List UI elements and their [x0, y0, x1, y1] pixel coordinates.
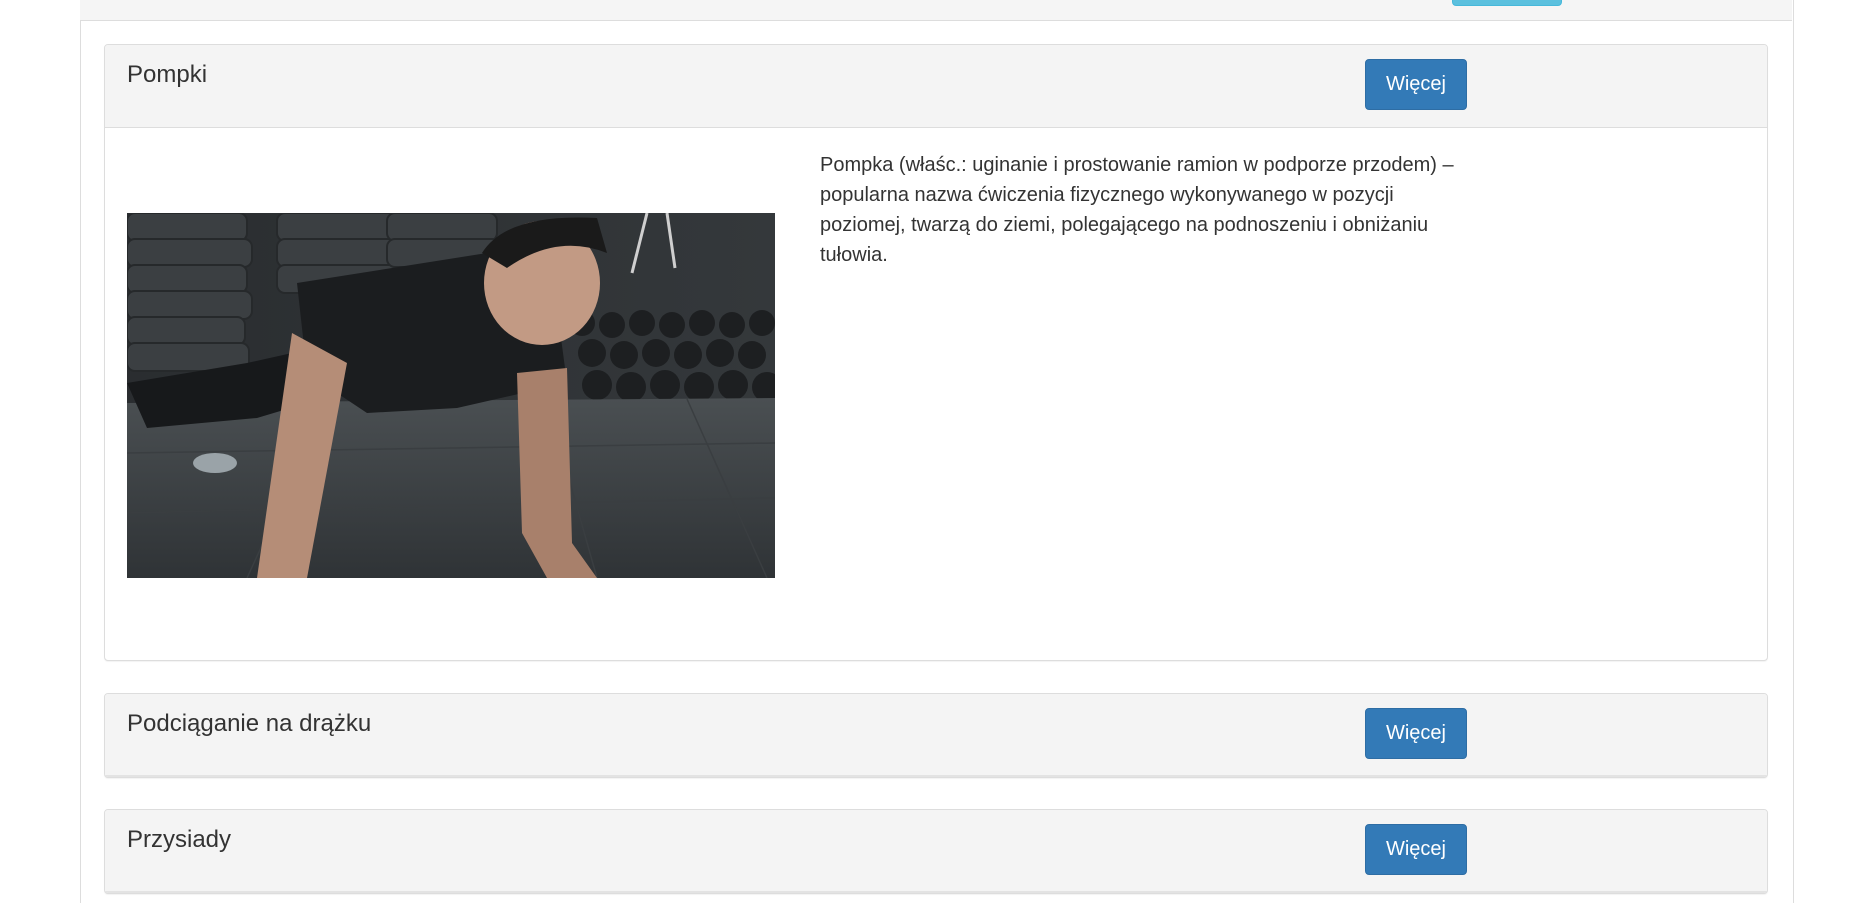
exercise-panel-przysiady: Przysiady Więcej [104, 809, 1768, 894]
exercise-description: Pompka (właśc.: uginanie i prostowanie r… [820, 154, 1454, 266]
panel-heading: Podciąganie na drążku Więcej [105, 694, 1767, 777]
more-button[interactable]: Więcej [1365, 824, 1467, 875]
panel-title: Pompki [127, 61, 208, 88]
panel-body: Pompka (właśc.: uginanie i prostowanie r… [105, 128, 1767, 658]
panel-title: Podciąganie na drążku [127, 710, 372, 737]
panel-title: Przysiady [127, 826, 232, 853]
more-button[interactable]: Więcej [1365, 708, 1467, 759]
previous-panel-footer [80, 0, 1792, 21]
exercise-panel-pompki: Pompki Więcej Pompka (właśc.: uginanie i… [104, 44, 1768, 661]
pushup-photo [127, 213, 775, 578]
more-button[interactable]: Więcej [1365, 59, 1467, 110]
info-button-partial[interactable] [1452, 0, 1562, 6]
panel-heading: Pompki Więcej [105, 45, 1767, 128]
exercise-panel-podciaganie: Podciąganie na drążku Więcej [104, 693, 1768, 778]
panel-heading: Przysiady Więcej [105, 810, 1767, 893]
